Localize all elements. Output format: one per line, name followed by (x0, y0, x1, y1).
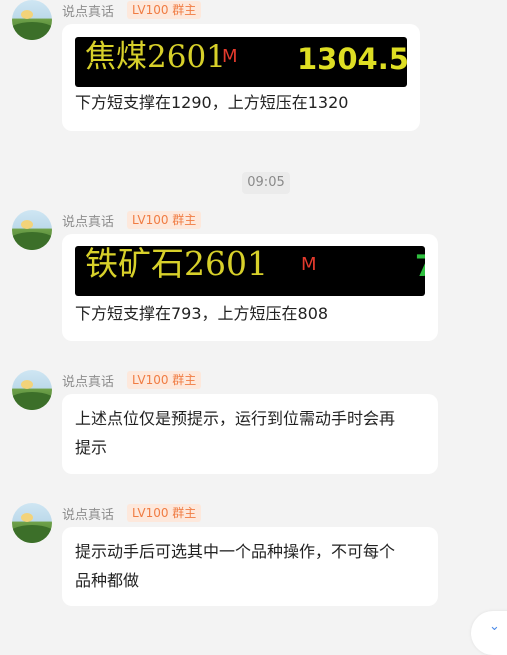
ticker-image[interactable]: 焦煤2601 M 1304.5 (75, 37, 407, 87)
ticker-symbol: 铁矿石2601 (85, 246, 268, 283)
avatar[interactable] (12, 370, 52, 410)
message-text: 下方短支撑在1290，上方短压在1320 (75, 93, 349, 112)
ticker-price: 1304.5 (297, 42, 407, 76)
message-text-line: 提示 (75, 438, 108, 457)
message-bubble[interactable]: 焦煤2601 M 1304.5 下方短支撑在1290，上方短压在1320 (62, 24, 420, 131)
sender-name: 说点真话 (62, 5, 115, 20)
message-text-line: 品种都做 (75, 571, 140, 590)
role-badge: LV100 群主 (127, 504, 202, 522)
ticker-image[interactable]: 铁矿石2601 M 7 (75, 246, 425, 296)
sender-name: 说点真话 (62, 508, 115, 523)
avatar[interactable] (12, 210, 52, 250)
scroll-down-button[interactable]: ⌄ (471, 611, 507, 655)
avatar[interactable] (12, 503, 52, 543)
message-bubble[interactable]: 铁矿石2601 M 7 下方短支撑在793，上方短压在808 (62, 234, 438, 341)
sender-name: 说点真话 (62, 375, 115, 390)
time-separator: 09:05 (242, 172, 290, 194)
message-text: 下方短支撑在793，上方短压在808 (75, 304, 329, 323)
ticker-symbol: 焦煤2601 (85, 39, 226, 75)
message-text-line: 提示动手后可选其中一个品种操作，不可每个 (75, 542, 396, 561)
sender-name: 说点真话 (62, 215, 115, 230)
role-badge: LV100 群主 (127, 1, 202, 19)
role-badge: LV100 群主 (127, 371, 202, 389)
message-bubble[interactable]: 上述点位仅是预提示，运行到位需动手时会再 提示 (62, 394, 438, 474)
avatar[interactable] (12, 0, 52, 40)
message-text-line: 上述点位仅是预提示，运行到位需动手时会再 (75, 409, 396, 428)
ticker-marker: M (222, 46, 238, 67)
chevron-down-icon: ⌄ (489, 619, 500, 634)
role-badge: LV100 群主 (127, 211, 202, 229)
ticker-marker: M (301, 254, 317, 275)
ticker-price: 7 (415, 252, 425, 281)
message-bubble[interactable]: 提示动手后可选其中一个品种操作，不可每个 品种都做 (62, 527, 438, 606)
